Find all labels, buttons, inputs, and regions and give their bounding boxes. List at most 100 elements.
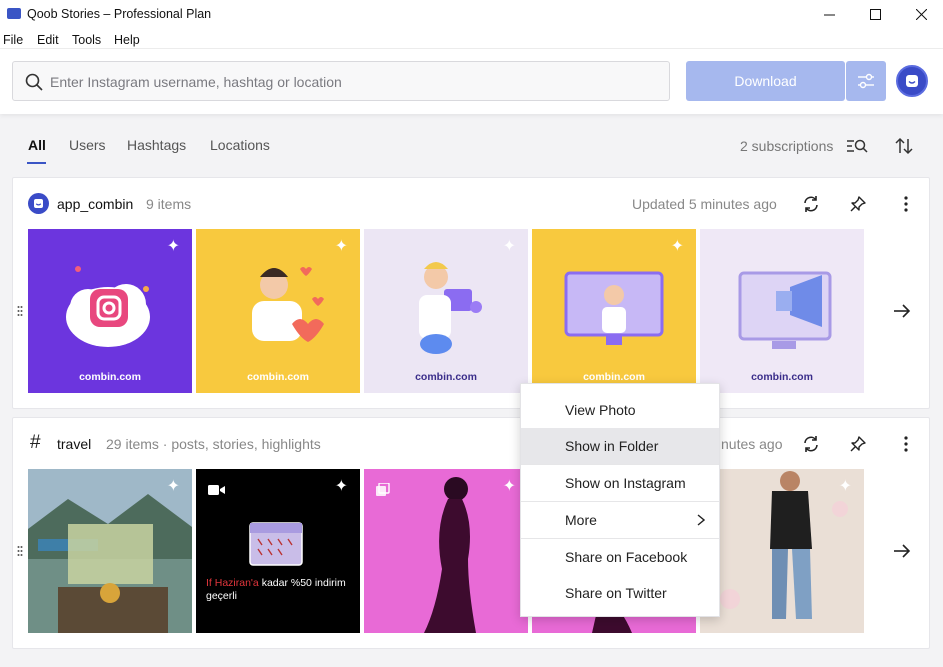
pin-icon (850, 196, 866, 212)
promo-text: kadar %50 indirim (261, 577, 346, 589)
hashtag-icon: # (30, 432, 41, 453)
qoob-logo-icon (906, 75, 918, 87)
subscription-card-user: app_combin 9 items Updated 5 minutes ago (12, 177, 930, 409)
promo-text-highlight: If Haziran'a (206, 577, 259, 589)
search-box[interactable] (12, 61, 670, 101)
search-input[interactable] (50, 71, 650, 93)
qoob-logo-icon (34, 199, 43, 208)
card-item-count: 9 items (146, 196, 192, 212)
more-vertical-icon (904, 436, 908, 452)
story-thumbnail[interactable]: ✦ combin.com (364, 229, 528, 393)
story-thumbnail[interactable]: combin.com (700, 229, 864, 393)
chevron-right-icon (697, 514, 705, 526)
thumbnail-brand: combin.com (751, 371, 813, 383)
menu-item-view-photo[interactable]: View Photo (521, 392, 719, 428)
next-button[interactable] (890, 299, 914, 323)
story-thumbnail[interactable]: If Haziran'a kadar %50 indirim geçerli ✦ (196, 469, 360, 633)
menu-bar: File Edit Tools Help (0, 29, 943, 49)
sparkle-icon: ✦ (502, 238, 516, 255)
card-header: app_combin 9 items Updated 5 minutes ago (13, 178, 929, 228)
menu-item-more[interactable]: More (521, 502, 719, 538)
menu-tools[interactable]: Tools (72, 33, 101, 47)
story-thumbnail[interactable]: ✦ combin.com (532, 229, 696, 393)
sliders-icon (858, 73, 874, 89)
story-thumbnail[interactable]: ✦ combin.com (28, 229, 192, 393)
sparkle-icon: ✦ (334, 238, 348, 255)
app-icon (7, 8, 21, 19)
refresh-icon (804, 436, 818, 452)
story-thumbnail[interactable]: ✦ (28, 469, 192, 633)
card-title[interactable]: travel (57, 436, 91, 452)
story-thumbnail[interactable]: ✦ (700, 469, 864, 633)
tab-locations[interactable]: Locations (210, 137, 270, 153)
sparkle-icon: ✦ (502, 478, 516, 495)
drag-handle-icon[interactable] (17, 305, 23, 317)
sparkle-icon: ✦ (838, 478, 852, 495)
menu-item-show-in-folder[interactable]: Show in Folder (521, 428, 719, 464)
maximize-button[interactable] (852, 0, 898, 29)
close-button[interactable] (898, 0, 943, 29)
menu-item-share-facebook[interactable]: Share on Facebook (521, 539, 719, 575)
tab-users[interactable]: Users (69, 137, 106, 153)
more-options-button[interactable] (894, 192, 918, 216)
menu-item-show-on-instagram[interactable]: Show on Instagram (521, 465, 719, 501)
minimize-icon (823, 14, 835, 16)
refresh-icon (804, 196, 818, 212)
maximize-icon (869, 9, 881, 20)
sparkle-icon: ✦ (166, 238, 180, 255)
account-avatar[interactable] (896, 65, 928, 97)
monitor-megaphone-illustration (738, 271, 832, 349)
thumbnail-brand: combin.com (79, 371, 141, 383)
sparkle-icon: ✦ (166, 478, 180, 495)
menu-item-more-label: More (565, 512, 597, 528)
pin-button[interactable] (846, 432, 870, 456)
refresh-button[interactable] (799, 432, 823, 456)
card-title[interactable]: app_combin (57, 196, 133, 212)
sparkle-icon: ✦ (670, 238, 684, 255)
sort-button[interactable] (892, 134, 916, 158)
carousel-icon (376, 483, 390, 496)
pin-button[interactable] (846, 192, 870, 216)
window-title: Qoob Stories – Professional Plan (27, 7, 212, 21)
search-toolbar: Download (0, 49, 943, 114)
thumbnail-brand: combin.com (247, 371, 309, 383)
story-thumbnail[interactable]: ✦ (364, 469, 528, 633)
card-updated-text: nutes ago (721, 436, 783, 452)
context-menu: View Photo Show in Folder Show on Instag… (520, 383, 720, 617)
close-icon (915, 9, 927, 20)
more-options-button[interactable] (894, 432, 918, 456)
card-item-count: 29 items · posts, stories, highlights (106, 436, 321, 452)
search-icon (25, 73, 43, 91)
minimize-button[interactable] (806, 0, 852, 29)
download-button[interactable]: Download (686, 61, 845, 101)
pin-icon (850, 436, 866, 452)
thumbnail-brand: combin.com (415, 371, 477, 383)
filter-settings-button[interactable] (846, 61, 886, 101)
tab-hashtags[interactable]: Hashtags (127, 137, 186, 153)
thumbnail-brand: combin.com (583, 371, 645, 383)
card-updated-text: Updated 5 minutes ago (632, 196, 777, 212)
tab-all[interactable]: All (28, 137, 46, 153)
arrow-right-icon (894, 304, 911, 318)
card-header: # travel 29 items · posts, stories, high… (13, 418, 929, 468)
title-bar: Qoob Stories – Professional Plan (0, 0, 943, 29)
subscription-card-hashtag: # travel 29 items · posts, stories, high… (12, 417, 930, 649)
menu-file[interactable]: File (3, 33, 23, 47)
sort-arrows-icon (895, 137, 913, 155)
subscriptions-count: 2 subscriptions (740, 138, 834, 154)
promo-text-2: geçerli (206, 590, 237, 602)
refresh-button[interactable] (799, 192, 823, 216)
drag-handle-icon[interactable] (17, 545, 23, 557)
user-avatar (28, 193, 49, 214)
calendar-icon (249, 522, 303, 566)
menu-edit[interactable]: Edit (37, 33, 59, 47)
sparkle-icon: ✦ (334, 478, 348, 495)
menu-help[interactable]: Help (114, 33, 140, 47)
list-search-icon (847, 139, 868, 153)
menu-item-share-twitter[interactable]: Share on Twitter (521, 575, 719, 611)
active-tab-indicator (27, 162, 46, 164)
filter-list-button[interactable] (845, 134, 869, 158)
next-button[interactable] (890, 539, 914, 563)
arrow-right-icon (894, 544, 911, 558)
story-thumbnail[interactable]: ✦ combin.com (196, 229, 360, 393)
